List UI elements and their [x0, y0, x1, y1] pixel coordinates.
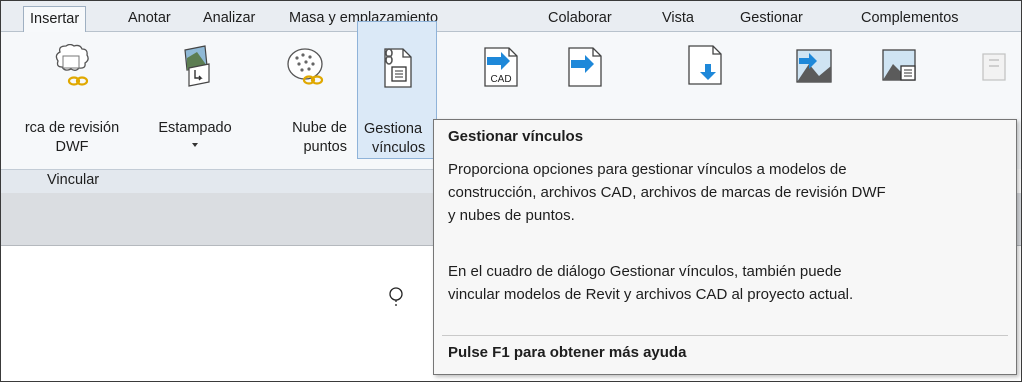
tooltip-help-text: Pulse F1 para obtener más ayuda [448, 344, 687, 361]
tab-complementos[interactable]: Complementos [855, 6, 965, 31]
import-image-icon [793, 44, 833, 84]
chevron-down-icon[interactable] [192, 143, 198, 147]
tooltip-line: y nubes de puntos. [448, 207, 575, 224]
tab-label: Gestionar [740, 10, 803, 26]
manage-links-button[interactable]: Gestiona vínculos [357, 21, 437, 159]
cursor-icon [389, 287, 403, 306]
tool-label-line2: vínculos [372, 140, 426, 156]
tool-label-line1: Nube de [292, 120, 347, 136]
decal-icon [175, 44, 215, 87]
tooltip-divider [442, 335, 1008, 336]
tool-label-line1: Estampado [158, 120, 232, 136]
tooltip: Gestionar vínculos Proporciona opciones … [433, 119, 1017, 375]
import-cad-icon: CAD [481, 44, 521, 87]
tab-label: Vista [662, 10, 694, 26]
tab-label: Insertar [30, 11, 80, 27]
tooltip-line: construcción, archivos CAD, archivos de … [448, 184, 886, 201]
point-cloud-button[interactable]: Nube de puntos [257, 32, 353, 169]
tab-label: Colaborar [548, 10, 612, 26]
tool-label: Gestiona vínculos [364, 120, 436, 158]
panel-label: Vincular [47, 172, 100, 188]
tab-insertar[interactable]: Insertar [23, 6, 87, 32]
tab-label: Analizar [203, 10, 256, 26]
tool-label: Estampado [151, 119, 239, 138]
tool-label-line1: Gestiona [364, 121, 423, 137]
ribbon-tab-bar: Insertar Anotar Analizar Masa y emplazam… [1, 1, 1021, 32]
tab-vista[interactable]: Vista [656, 6, 700, 31]
tooltip-line: vincular modelos de Revit y archivos CAD… [448, 286, 854, 303]
tool-label: Nube de puntos [257, 119, 347, 157]
dwf-markup-link-icon [52, 43, 92, 86]
link-model-icon [565, 44, 605, 87]
decal-button[interactable]: Estampado [151, 32, 239, 169]
tab-label: Anotar [128, 10, 171, 26]
disabled-tool-icon [977, 44, 1017, 84]
tab-gestionar[interactable]: Gestionar [734, 6, 809, 31]
cad-text: CAD [490, 74, 511, 85]
tooltip-details: En el cuadro de diálogo Gestionar víncul… [448, 260, 1008, 306]
tool-label: rca de revisión DWF [1, 119, 143, 157]
point-cloud-link-icon [285, 44, 325, 85]
manage-links-icon [377, 45, 417, 88]
tool-label-line1: rca de revisión [24, 120, 120, 136]
manage-images-icon [879, 44, 919, 84]
dwf-markup-button[interactable]: rca de revisión DWF [1, 32, 143, 169]
tooltip-line: En el cuadro de diálogo Gestionar víncul… [448, 263, 842, 280]
revit-window: Insertar Anotar Analizar Masa y emplazam… [0, 0, 1022, 382]
load-from-file-icon [685, 44, 725, 85]
tab-analizar[interactable]: Analizar [197, 6, 261, 31]
tool-label-line2: DWF [55, 139, 89, 155]
tab-colaborar[interactable]: Colaborar [542, 6, 618, 31]
tooltip-line: Proporciona opciones para gestionar vínc… [448, 161, 847, 178]
tab-anotar[interactable]: Anotar [122, 6, 177, 31]
tooltip-title: Gestionar vínculos [448, 128, 584, 145]
tool-label-line2: puntos [303, 139, 347, 155]
tooltip-description: Proporciona opciones para gestionar vínc… [448, 158, 1008, 227]
panel-label-bar[interactable]: Vincular [1, 169, 439, 193]
tab-label: Complementos [861, 10, 959, 26]
